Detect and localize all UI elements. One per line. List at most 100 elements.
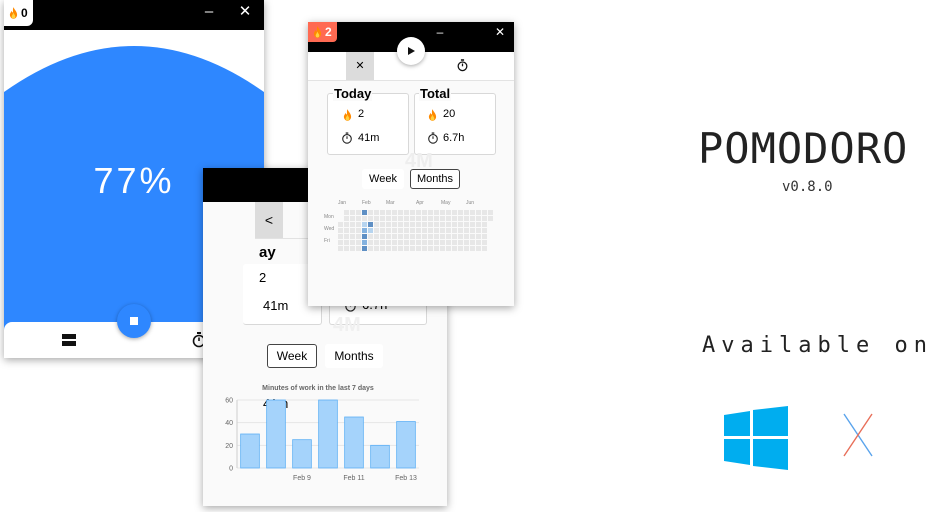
- heatmap-cell: [356, 246, 361, 251]
- play-button[interactable]: [397, 37, 425, 65]
- close-button[interactable]: ✕: [236, 0, 254, 26]
- heatmap-cell: [404, 246, 409, 251]
- heatmap-cell: [458, 234, 463, 239]
- heatmap-cell: [368, 216, 373, 221]
- close-button[interactable]: ✕: [492, 22, 508, 42]
- heatmap-cell: [446, 216, 451, 221]
- heatmap-cell: [446, 234, 451, 239]
- tab-months[interactable]: Months: [410, 169, 460, 189]
- heatmap-cell: [428, 222, 433, 227]
- heatmap-cell: [398, 222, 403, 227]
- chart-bar: [266, 399, 286, 469]
- heatmap-cell: [470, 240, 475, 245]
- heatmap-cell: [482, 222, 487, 227]
- stack-icon[interactable]: [62, 334, 76, 346]
- heatmap-cell: [470, 216, 475, 221]
- today-card: [327, 93, 409, 155]
- back-tab-week[interactable]: Week: [267, 344, 317, 368]
- heatmap-day-label: Wed: [324, 226, 335, 232]
- stop-icon: [130, 317, 138, 325]
- heatmap-cell: [374, 210, 379, 215]
- heatmap-cell: [482, 210, 487, 215]
- minimize-button[interactable]: –: [200, 0, 218, 26]
- heatmap-cell: [410, 246, 415, 251]
- heatmap-cell: [386, 234, 391, 239]
- heatmap-cell: [392, 240, 397, 245]
- windows-logo-icon[interactable]: [724, 406, 788, 470]
- heatmap-cell: [404, 210, 409, 215]
- heatmap-cell: [488, 210, 493, 215]
- heatmap-cell: [452, 216, 457, 221]
- heatmap-cell: [422, 234, 427, 239]
- heatmap-cell: [458, 216, 463, 221]
- heatmap-cell: [464, 234, 469, 239]
- heatmap-cell: [374, 228, 379, 233]
- heatmap-cell: [446, 228, 451, 233]
- heatmap-cell: [410, 240, 415, 245]
- heatmap-month-label: May: [441, 200, 451, 206]
- back-tab-months[interactable]: Months: [325, 344, 383, 368]
- x-tick-label: Feb 9: [293, 475, 311, 482]
- months-heatmap: Jan Feb Mar Apr May Jun Mon Wed Fri: [322, 200, 502, 252]
- heatmap-cell: [464, 246, 469, 251]
- chart-bar: [240, 433, 260, 469]
- heatmap-cell: [368, 210, 373, 215]
- heatmap-cell: [362, 234, 367, 239]
- heatmap-cell: [356, 210, 361, 215]
- heatmap-cell: [422, 222, 427, 227]
- heatmap-cell: [446, 210, 451, 215]
- heatmap-cell: [434, 222, 439, 227]
- heatmap-cell: [446, 222, 451, 227]
- heatmap-cell: [392, 246, 397, 251]
- heatmap-cell: [446, 240, 451, 245]
- heatmap-cell: [476, 228, 481, 233]
- heatmap-cell: [398, 240, 403, 245]
- heatmap-cell: [398, 246, 403, 251]
- heatmap-month-label: Feb: [362, 200, 371, 206]
- heatmap-cell: [464, 210, 469, 215]
- heatmap-cell: [428, 210, 433, 215]
- heatmap-cell: [470, 222, 475, 227]
- mac-os-x-icon[interactable]: [841, 412, 875, 458]
- brand-version: v0.8.0: [782, 179, 833, 195]
- heatmap-cell: [356, 240, 361, 245]
- stop-button[interactable]: [117, 304, 151, 338]
- heatmap-cell: [398, 234, 403, 239]
- heatmap-cell: [440, 234, 445, 239]
- tab-close-stats[interactable]: ✕: [346, 52, 374, 80]
- heatmap-cell: [476, 246, 481, 251]
- heatmap-cell: [458, 240, 463, 245]
- flame-icon: [9, 7, 18, 19]
- heatmap-cell: [470, 234, 475, 239]
- minimize-button[interactable]: –: [432, 22, 448, 42]
- heatmap-cell: [470, 246, 475, 251]
- pomodoro-count: 0: [21, 6, 28, 20]
- brand-title: POMODORO: [698, 124, 909, 173]
- heatmap-cell: [434, 240, 439, 245]
- back-watermark: 4M: [333, 314, 361, 336]
- heatmap-cell: [368, 222, 373, 227]
- back-tab-close[interactable]: <: [255, 202, 283, 238]
- heatmap-cell: [386, 216, 391, 221]
- heatmap-cell: [350, 210, 355, 215]
- heatmap-cell: [368, 240, 373, 245]
- heatmap-cell: [350, 246, 355, 251]
- chart-title: Minutes of work in the last 7 days: [262, 385, 374, 392]
- heatmap-cell: [434, 216, 439, 221]
- stats-count: 2: [325, 25, 332, 39]
- heatmap-cell: [350, 234, 355, 239]
- heatmap-cell: [452, 234, 457, 239]
- y-tick-label: 20: [225, 443, 233, 450]
- stopwatch-icon[interactable]: [457, 59, 468, 72]
- tab-week[interactable]: Week: [362, 169, 404, 189]
- heatmap-month-label: Apr: [416, 200, 424, 206]
- heatmap-cell: [398, 216, 403, 221]
- heatmap-cell: [410, 234, 415, 239]
- heatmap-cell: [476, 240, 481, 245]
- timer-titlebar[interactable]: [4, 0, 264, 30]
- heatmap-cell: [380, 216, 385, 221]
- chart-bar: [396, 421, 416, 469]
- heatmap-cell: [464, 222, 469, 227]
- heatmap-cell: [374, 222, 379, 227]
- minutes-bar-chart: Minutes of work in the last 7 days 0 20 40 6…: [225, 385, 419, 482]
